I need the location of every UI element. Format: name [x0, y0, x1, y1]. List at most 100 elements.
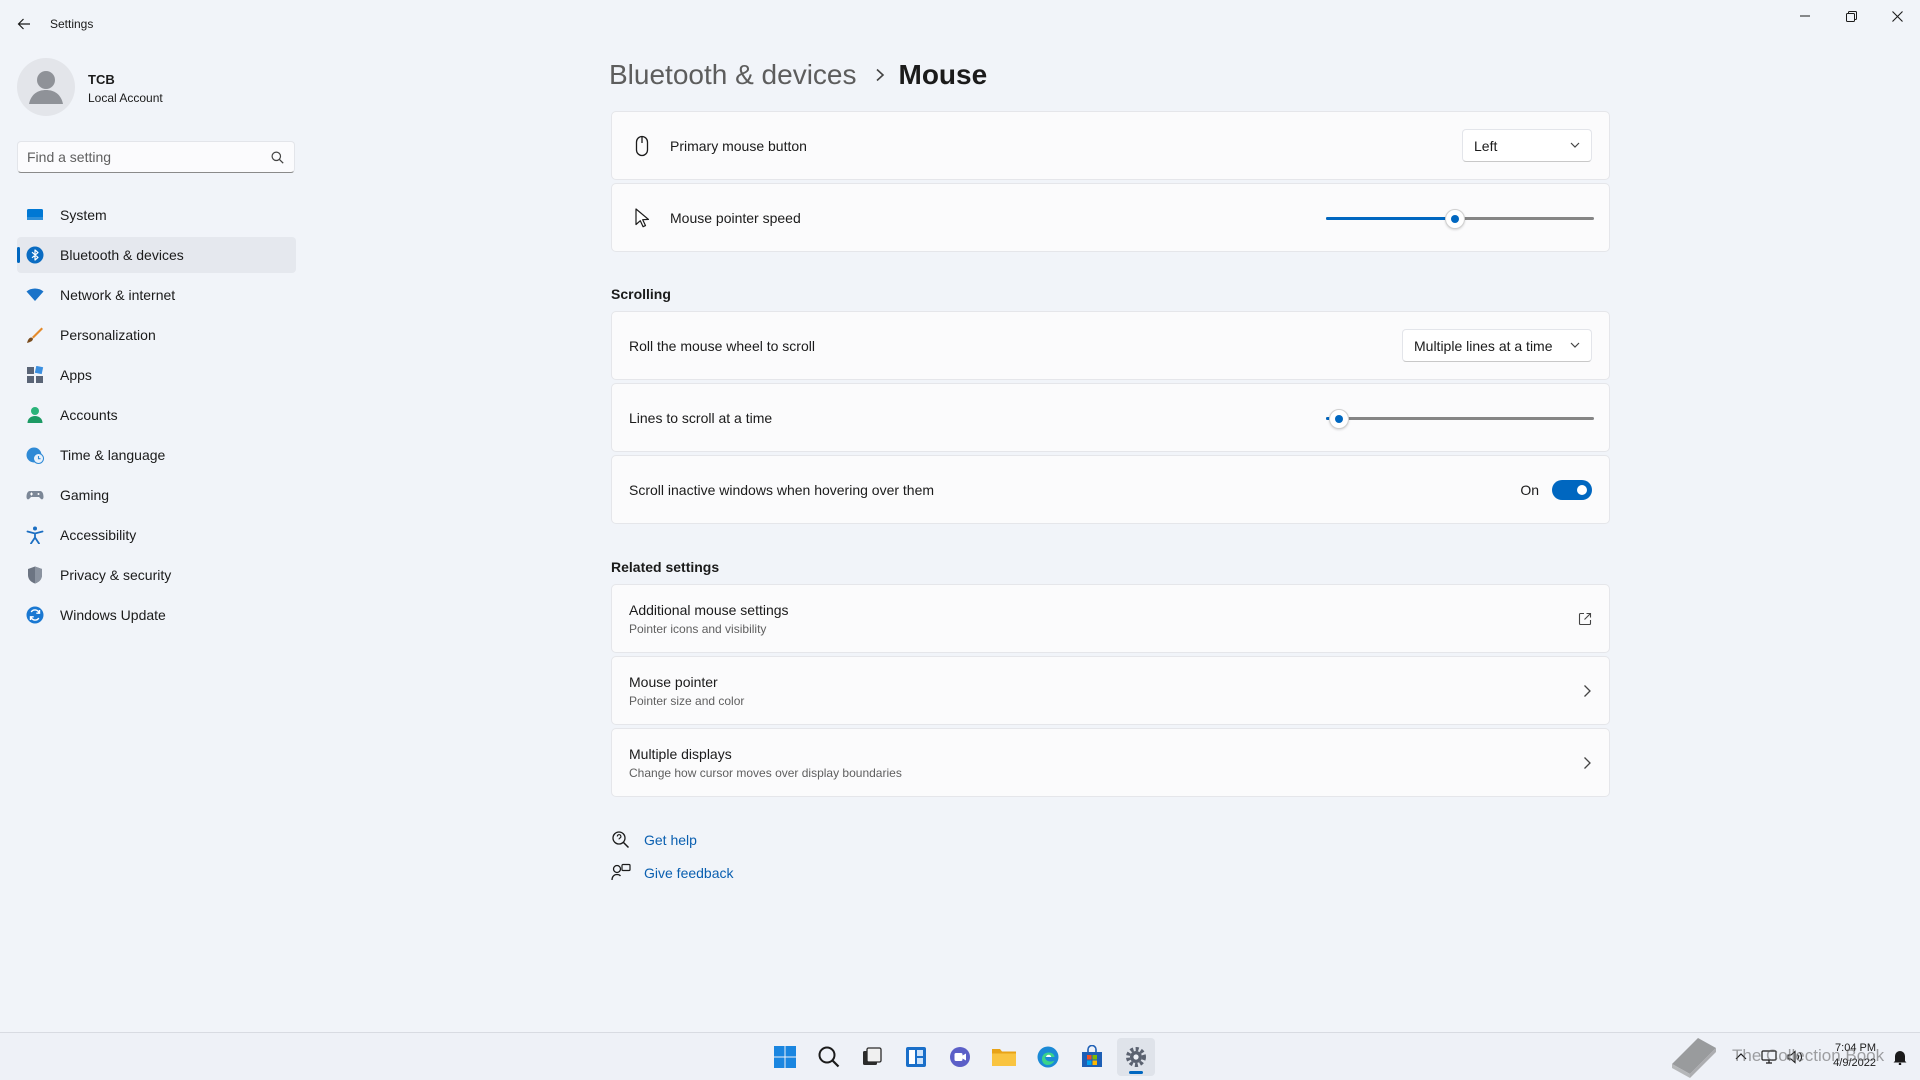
- taskbar-search-button[interactable]: [810, 1038, 848, 1076]
- user-avatar-icon: [29, 71, 63, 104]
- chevron-down-icon: [1570, 342, 1580, 348]
- help-chat-icon: [612, 831, 630, 849]
- sidebar-item-label: Accounts: [60, 407, 118, 423]
- scroll-inactive-toggle[interactable]: [1552, 480, 1592, 500]
- task-view-button[interactable]: [853, 1038, 891, 1076]
- card-title: Mouse pointer: [629, 674, 718, 690]
- search-input[interactable]: [27, 148, 257, 166]
- sidebar-item-system[interactable]: System: [17, 197, 296, 233]
- book-logo-icon: [1672, 1038, 1716, 1078]
- sidebar-item-gaming[interactable]: Gaming: [17, 477, 296, 513]
- slider-rail: [1326, 417, 1594, 420]
- sidebar-item-privacy-security[interactable]: Privacy & security: [17, 557, 296, 593]
- sidebar-item-time-language[interactable]: Time & language: [17, 437, 296, 473]
- chevron-down-icon: [1570, 142, 1580, 148]
- mouse-pointer-card[interactable]: Mouse pointer Pointer size and color: [611, 656, 1610, 725]
- slider-thumb[interactable]: [1329, 409, 1349, 429]
- close-button[interactable]: [1874, 4, 1920, 28]
- sidebar-item-accounts[interactable]: Accounts: [17, 397, 296, 433]
- dropdown-value: Multiple lines at a time: [1414, 337, 1553, 354]
- lines-to-scroll-label: Lines to scroll at a time: [629, 410, 773, 426]
- sidebar-item-apps[interactable]: Apps: [17, 357, 296, 393]
- feedback-icon: [611, 863, 631, 881]
- back-arrow-icon: [17, 18, 30, 30]
- globe-clock-icon: [26, 447, 44, 464]
- avatar[interactable]: [17, 58, 75, 116]
- search-box[interactable]: [17, 141, 295, 173]
- gamepad-icon: [26, 491, 44, 500]
- widgets-icon: [906, 1047, 926, 1067]
- related-settings-heading: Related settings: [611, 559, 720, 575]
- card-title: Multiple displays: [629, 746, 732, 762]
- lines-to-scroll-slider[interactable]: [1326, 409, 1594, 429]
- title-bar: Settings: [0, 0, 1920, 48]
- pointer-speed-slider[interactable]: [1326, 209, 1594, 229]
- primary-mouse-button-dropdown[interactable]: Left: [1462, 129, 1592, 162]
- store-icon: [1082, 1045, 1102, 1067]
- restore-icon: [1845, 10, 1857, 22]
- breadcrumb-parent[interactable]: Bluetooth & devices: [609, 59, 857, 91]
- sidebar-item-network[interactable]: Network & internet: [17, 277, 296, 313]
- back-button[interactable]: [10, 12, 38, 36]
- search-icon: [818, 1046, 840, 1068]
- sidebar-item-label: Bluetooth & devices: [60, 247, 184, 263]
- profile-name: TCB: [88, 72, 115, 87]
- lines-to-scroll-card: Lines to scroll at a time: [611, 383, 1610, 452]
- update-icon: [26, 606, 44, 624]
- sidebar-item-label: System: [60, 207, 107, 223]
- chevron-right-icon: [1584, 685, 1591, 697]
- sidebar-item-accessibility[interactable]: Accessibility: [17, 517, 296, 553]
- sidebar-item-windows-update[interactable]: Windows Update: [17, 597, 296, 633]
- edge-icon: [1037, 1046, 1059, 1068]
- store-button[interactable]: [1073, 1038, 1111, 1076]
- close-icon: [1891, 10, 1903, 22]
- sidebar-item-label: Apps: [60, 367, 92, 383]
- scroll-inactive-card: Scroll inactive windows when hovering ov…: [611, 455, 1610, 524]
- apps-icon: [27, 366, 44, 383]
- dropdown-value: Left: [1474, 137, 1498, 154]
- pointer-icon: [635, 208, 650, 228]
- additional-mouse-settings-card[interactable]: Additional mouse settings Pointer icons …: [611, 584, 1610, 653]
- mouse-icon: [635, 135, 649, 157]
- teams-chat-button[interactable]: [941, 1038, 979, 1076]
- primary-mouse-button-label: Primary mouse button: [670, 138, 807, 154]
- primary-mouse-button-card: Primary mouse button Left: [611, 111, 1610, 180]
- notification-bell-icon[interactable]: [1892, 1049, 1908, 1065]
- bluetooth-icon: [26, 246, 44, 264]
- sidebar-item-label: Personalization: [60, 327, 156, 343]
- slider-thumb[interactable]: [1445, 209, 1465, 229]
- restore-button[interactable]: [1828, 4, 1874, 28]
- edge-browser-button[interactable]: [1029, 1038, 1067, 1076]
- sidebar-item-label: Network & internet: [60, 287, 176, 303]
- shield-icon: [28, 566, 42, 584]
- accounts-icon: [27, 407, 43, 423]
- wheel-scroll-label: Roll the mouse wheel to scroll: [629, 338, 815, 354]
- file-explorer-button[interactable]: [985, 1038, 1023, 1076]
- chevron-right-icon: [875, 68, 884, 82]
- sidebar-item-label: Time & language: [60, 447, 166, 463]
- wifi-icon: [26, 288, 44, 301]
- widgets-button[interactable]: [897, 1038, 935, 1076]
- card-title: Additional mouse settings: [629, 602, 789, 618]
- gear-icon: [1126, 1047, 1146, 1067]
- give-feedback-label: Give feedback: [644, 865, 734, 881]
- minimize-icon: [1800, 15, 1810, 17]
- multiple-displays-card[interactable]: Multiple displays Change how cursor move…: [611, 728, 1610, 797]
- sidebar-item-personalization[interactable]: Personalization: [17, 317, 296, 353]
- sidebar-item-bluetooth-devices[interactable]: Bluetooth & devices: [17, 237, 296, 273]
- open-external-icon: [1578, 612, 1592, 626]
- wheel-scroll-dropdown[interactable]: Multiple lines at a time: [1402, 329, 1592, 362]
- chat-icon: [950, 1047, 970, 1067]
- watermark-text: The Collection Book: [1732, 1046, 1885, 1065]
- toggle-state-label: On: [1520, 482, 1539, 498]
- search-icon[interactable]: [271, 151, 284, 164]
- get-help-link[interactable]: Get help: [611, 830, 697, 850]
- settings-taskbar-button[interactable]: [1117, 1038, 1155, 1076]
- minimize-button[interactable]: [1782, 4, 1828, 28]
- give-feedback-link[interactable]: Give feedback: [611, 863, 734, 883]
- scrolling-heading: Scrolling: [611, 286, 671, 302]
- page-title: Mouse: [898, 59, 988, 90]
- mouse-pointer-speed-label: Mouse pointer speed: [670, 210, 801, 226]
- start-button[interactable]: [766, 1038, 804, 1076]
- brush-icon: [27, 327, 43, 343]
